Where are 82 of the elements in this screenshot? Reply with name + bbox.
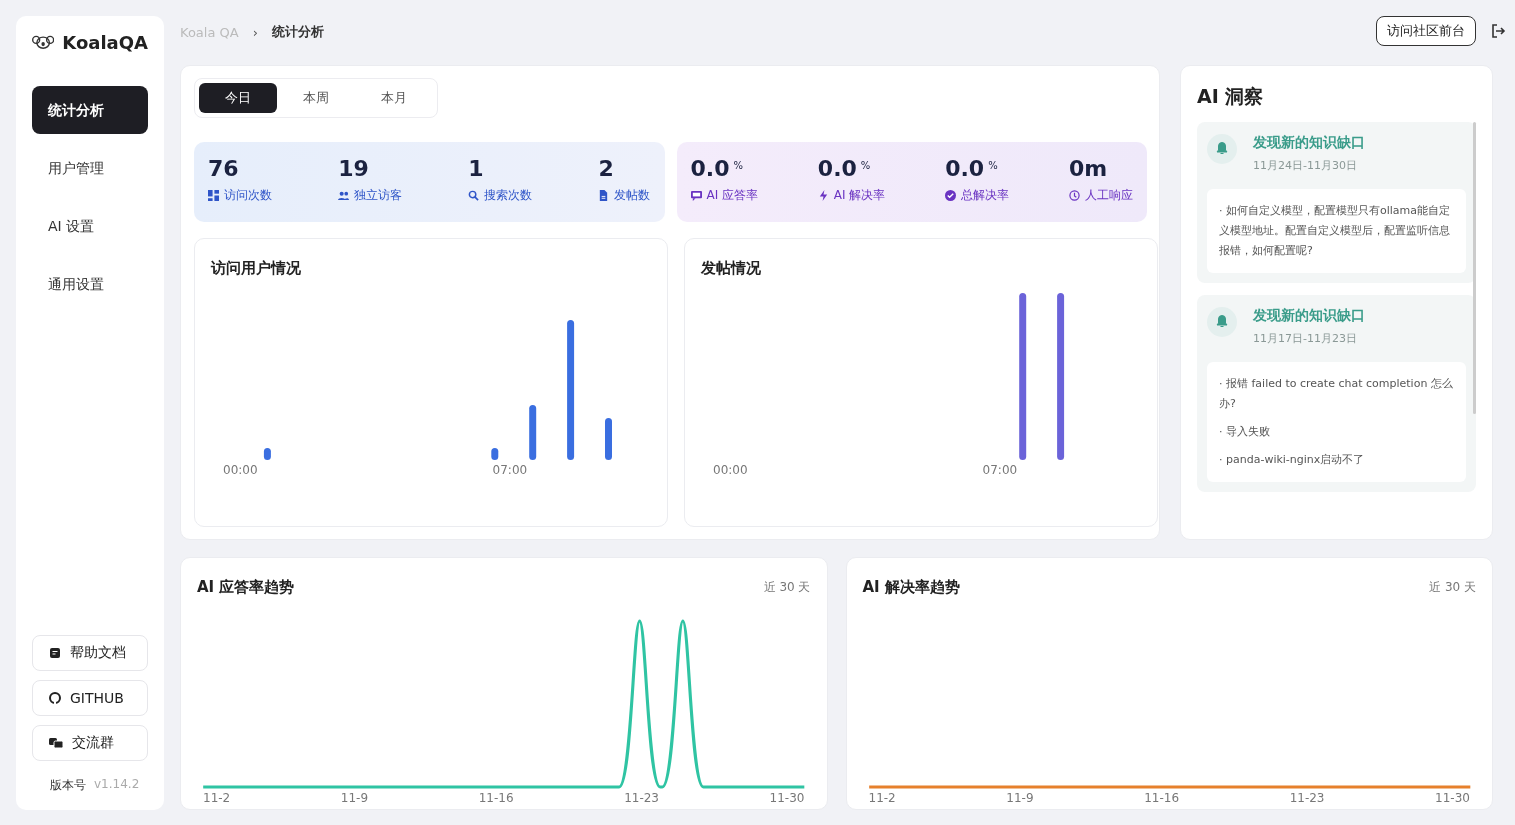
chart-bar (491, 448, 499, 460)
chart-title: AI 应答率趋势 (197, 578, 295, 597)
clock-icon (1068, 190, 1080, 201)
check-circle-icon (945, 190, 957, 201)
version-label: 版本号 (50, 777, 86, 794)
period-tab[interactable]: 今日 (199, 83, 277, 113)
stat-label: 人工响应 (1084, 187, 1133, 204)
sidebar-link-button[interactable]: 帮助文档 (32, 635, 148, 671)
chart-bar (605, 418, 612, 460)
search-icon (468, 190, 480, 201)
question-text: · 报错 failed to create chat completion 怎么办? (1219, 376, 1454, 412)
stat-label: 搜索次数 (484, 187, 533, 204)
grid-icon (208, 190, 219, 201)
document-icon (49, 647, 61, 659)
nav-item[interactable]: 用户管理 (32, 144, 148, 192)
axis-label: 11-16 (478, 791, 514, 805)
axis-label: 11-23 (624, 791, 659, 805)
axis-label: 11-9 (340, 791, 369, 805)
insight-date: 11月24日-11月30日 (1253, 158, 1358, 173)
axis-label: 11-2 (203, 791, 231, 805)
period-tab[interactable]: 本周 (277, 83, 355, 113)
sidebar-link-button[interactable]: 交流群 (32, 725, 148, 761)
logout-icon[interactable] (1490, 23, 1506, 39)
breadcrumb-link[interactable]: 统计分析 (271, 23, 324, 41)
logo-text: KoalaQA (62, 31, 148, 53)
github-icon (49, 692, 61, 704)
axis-label: 00:00 (223, 463, 258, 477)
axis-label: 07:00 (492, 463, 528, 477)
stat-label: AI 应答率 (706, 187, 759, 204)
insight-title: 发现新的知识缺口 (1253, 307, 1365, 325)
document-icon (598, 190, 610, 201)
insight-date: 11月17日-11月23日 (1253, 331, 1358, 346)
insight-title: 发现新的知识缺口 (1253, 134, 1365, 152)
lightning-icon (817, 190, 829, 201)
axis-label: 11-30 (1435, 791, 1470, 805)
stat-value: 1 (468, 156, 484, 181)
chart-bar (529, 405, 537, 460)
chart-title: 访问用户情况 (211, 259, 302, 278)
axis-label: 00:00 (713, 463, 748, 477)
bell-icon (1207, 307, 1237, 337)
stat-label: AI 解决率 (833, 187, 886, 204)
question-text: · panda-wiki-nginx启动不了 (1219, 452, 1366, 468)
stat-label: 访问次数 (224, 187, 272, 204)
chat-icon (690, 190, 702, 201)
chart-bar (263, 448, 271, 460)
stat-value: 76 (208, 156, 239, 181)
stat-unit: % (860, 160, 871, 171)
sidebar-link-button[interactable]: GITHUB (32, 680, 148, 716)
stat-label: 总解决率 (961, 187, 1010, 204)
stat-unit: % (733, 160, 743, 171)
chart-title: 发帖情况 (701, 259, 762, 278)
nav-item[interactable]: 统计分析 (32, 86, 148, 134)
period-tab[interactable]: 本月 (355, 83, 433, 113)
nav-item[interactable]: 通用设置 (32, 260, 148, 308)
chat-icon (49, 737, 63, 749)
stat-value: 0m (1068, 156, 1108, 181)
range-label: 近 30 天 (1429, 579, 1476, 596)
axis-label: 11-23 (1289, 791, 1325, 805)
axis-label: 11-9 (1006, 791, 1034, 805)
stat-value: 19 (338, 156, 369, 181)
breadcrumb-separator-icon: › (252, 24, 258, 40)
stat-value: 0.0 (945, 156, 985, 181)
nav-item[interactable]: AI 设置 (32, 202, 148, 250)
axis-label: 07:00 (982, 463, 1018, 477)
people-icon (338, 190, 350, 201)
bell-icon (1207, 134, 1237, 164)
stat-value: 2 (598, 156, 614, 181)
question-text: · 导入失败 (1219, 424, 1271, 440)
stat-value: 0.0 (690, 156, 730, 181)
axis-label: 11-16 (1144, 791, 1180, 805)
axis-label: 11-2 (868, 791, 896, 805)
version-number: v1.14.2 (94, 777, 140, 793)
question-text: · 如何自定义模型，配置模型只有ollama能自定义模型地址。配置自定义模型后，配置监听信息报错，如何配置呢? (1219, 203, 1452, 259)
range-label: 近 30 天 (763, 579, 811, 596)
community-frontend-button[interactable]: 访问社区前台 (1376, 16, 1476, 46)
stat-value: 0.0 (817, 156, 857, 181)
insights-title: AI 洞察 (1197, 84, 1265, 109)
stat-label: 独立访客 (354, 187, 403, 204)
stat-label: 发帖数 (614, 187, 651, 204)
axis-label: 11-30 (769, 791, 805, 805)
stat-unit: % (988, 160, 998, 171)
chart-title: AI 解决率趋势 (862, 578, 960, 597)
